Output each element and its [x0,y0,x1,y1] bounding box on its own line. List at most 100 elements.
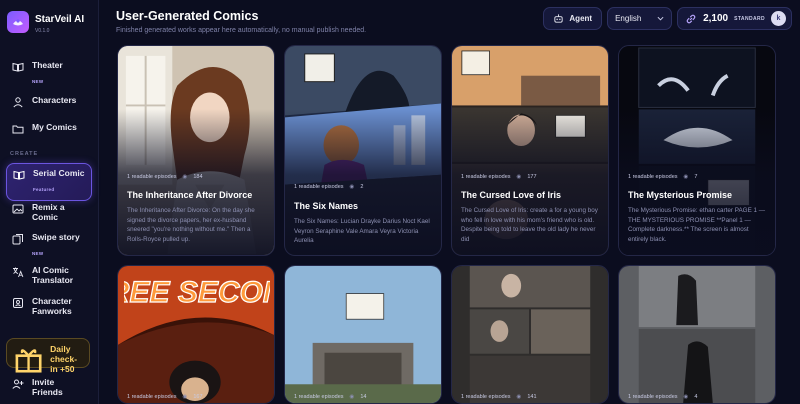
comic-card[interactable]: 1 readable episodes ◉ 184 The Inheritanc… [117,45,275,256]
sidebar-item-swipe-story[interactable]: Swipe story NEW [6,228,92,264]
user-card-icon [13,298,23,308]
avatar[interactable]: k [771,11,786,26]
episodes-count: 1 readable episodes [127,394,177,400]
robot-icon [554,14,564,23]
card-meta: 1 readable episodes ◉ 7 [628,174,766,180]
page-subtitle: Finished generated works appear here aut… [116,27,367,34]
featured-badge: Featured [33,187,55,192]
sidebar-item-remix[interactable]: Remix a Comic [6,198,92,226]
eye-icon: ◉ [349,394,355,400]
eye-icon: ◉ [182,394,188,400]
card-meta: 1 readable episodes ◉ 4 [628,394,766,400]
brand[interactable]: StarVeil AI V0.1.0 [7,9,84,34]
user-plus-icon [12,379,24,389]
agent-button[interactable]: Agent [543,7,603,30]
user-icon [13,97,23,108]
page-title: User-Generated Comics [116,9,259,23]
sidebar-item-label: Remix a Comic [32,202,65,222]
plan-tier: STANDARD [734,15,765,22]
card-meta: 1 readable episodes ◉ 141 [461,394,599,400]
views-count: 4 [694,394,698,400]
episodes-count: 1 readable episodes [127,174,177,180]
language-value: English [615,14,642,23]
book-icon [13,170,25,180]
cards-icon [12,234,23,245]
episodes-count: 1 readable episodes [294,394,344,400]
chevron-down-icon [657,16,664,21]
book-open-icon [12,62,24,72]
comic-card[interactable]: THREE SECONDS 1 readable episodes ◉ 167 [117,265,275,404]
eye-icon: ◉ [349,184,355,190]
episodes-count: 1 readable episodes [628,394,678,400]
daily-checkin-button[interactable]: Daily check-in +50 [6,338,90,374]
sidebar-item-my-comics[interactable]: My Comics [6,118,92,139]
credits-display[interactable]: 2,100 STANDARD k [677,7,792,30]
card-meta: 1 readable episodes ◉ 14 [294,394,432,400]
comic-cover-image [619,266,775,403]
sidebar-item-characters[interactable]: Characters [6,91,92,112]
card-meta: 1 readable episodes ◉ 184 [127,174,265,180]
comic-title: The Inheritance After Divorce [127,190,253,200]
eye-icon: ◉ [683,174,689,180]
views-count: 2 [360,184,364,190]
app-logo [7,10,29,33]
card-meta: 1 readable episodes ◉ 2 [294,184,432,190]
views-count: 14 [360,394,367,400]
episodes-count: 1 readable episodes [628,174,678,180]
language-select[interactable]: English [607,7,673,30]
comic-card[interactable]: 1 readable episodes ◉ 7 The Mysterious P… [618,45,776,256]
comic-cover-image [285,266,441,403]
comic-card[interactable]: 1 readable episodes ◉ 2 The Six Names Th… [284,45,442,256]
sidebar-item-label: Theater [32,60,63,70]
comic-description: The Mysterious Promise: ethan carter PAG… [628,207,766,243]
sidebar-item-theater[interactable]: Theater NEW [6,56,92,92]
comic-title: The Mysterious Promise [628,190,733,200]
main-content: User-Generated Comics Finished generated… [99,0,800,404]
section-label-create: CREATE [10,151,39,157]
cover-title-word-1: THREE SECONDS [124,276,270,309]
invite-friends-button[interactable]: Invite Friends [6,373,92,401]
sidebar-item-label: Characters [32,95,77,105]
views-count: 7 [694,174,698,180]
comic-cover-image [452,266,608,403]
sidebar-item-label: AI Comic Translator [32,265,74,285]
sidebar-item-serial-comic[interactable]: Serial Comic Featured [6,163,92,201]
comic-card[interactable]: 1 readable episodes ◉ 14 [284,265,442,404]
views-count: 167 [193,394,203,400]
app-version: V0.1.0 [35,28,50,34]
card-meta: 1 readable episodes ◉ 167 [127,394,265,400]
sidebar-item-fanworks[interactable]: Character Fanworks [6,292,92,320]
comic-card[interactable]: 1 readable episodes ◉ 177 The Cursed Lov… [451,45,609,256]
comic-card[interactable]: 1 readable episodes ◉ 141 [451,265,609,404]
sidebar-item-translator[interactable]: AI Comic Translator [6,261,92,289]
sidebar: StarVeil AI V0.1.0 Theater NEW Character… [0,0,99,404]
episodes-count: 1 readable episodes [461,174,511,180]
agent-label: Agent [569,14,593,23]
app-root: StarVeil AI V0.1.0 Theater NEW Character… [0,0,800,404]
comic-card[interactable]: 1 readable episodes ◉ 4 [618,265,776,404]
new-badge: NEW [32,251,44,256]
eye-icon: ◉ [516,174,522,180]
views-count: 141 [527,394,537,400]
sidebar-item-label: Invite Friends [32,377,63,397]
app-name: StarVeil AI [35,14,85,25]
sidebar-item-label: Serial Comic [33,168,85,178]
credits-count: 2,100 [703,13,729,24]
comic-description: The Inheritance After Divorce: On the da… [127,207,255,243]
views-count: 184 [193,174,203,180]
comic-description: The Six Names: Lucian Drayke Darius Noct… [294,218,430,244]
new-badge: NEW [32,79,44,84]
card-meta: 1 readable episodes ◉ 177 [461,174,599,180]
checkin-label: Daily check-in +50 [50,344,78,374]
sidebar-item-label: My Comics [32,122,77,132]
episodes-count: 1 readable episodes [461,394,511,400]
link-icon [686,14,696,23]
folder-icon [12,125,24,134]
cover-title-art: THREE SECONDS [124,275,270,309]
comic-description: The Cursed Love of Iris: create a for a … [461,207,598,243]
episodes-count: 1 readable episodes [294,184,344,190]
comic-title: The Cursed Love of Iris [461,190,562,200]
views-count: 177 [527,174,537,180]
top-toolbar: Agent English 2,100 STANDARD k [543,7,792,30]
gift-icon [15,349,42,373]
